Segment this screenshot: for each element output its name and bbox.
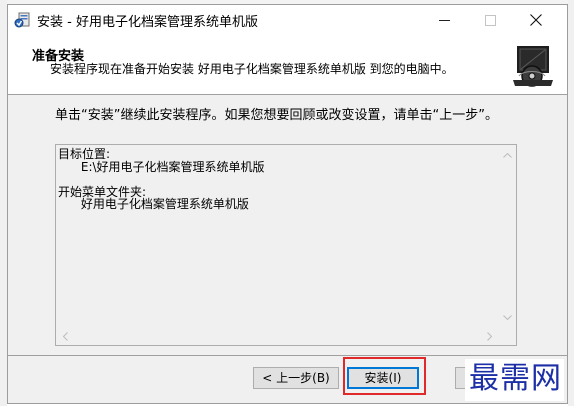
wizard-header: 准备安装 安装程序现在准备开始安装 好用电子化档案管理系统单机版 到您的电脑中。 [8,35,567,95]
minimize-button[interactable] [421,5,467,35]
back-button[interactable]: < 上一步(B) [253,367,339,389]
vertical-scrollbar[interactable] [499,145,516,328]
background-edge-right [568,0,574,406]
scroll-left-icon[interactable] [63,332,68,341]
window-title: 安装 - 好用电子化档案管理系统单机版 [37,15,258,30]
scrollbar-corner [499,328,516,345]
ready-memo[interactable]: 目标位置: E:\好用电子化档案管理系统单机版 开始菜单文件夹: 好用电子化档案… [55,144,517,346]
instruction-text: 单击“安装”继续此安装程序。如果您想要回顾或改变设置，请单击“上一步”。 [55,108,498,123]
installer-window: 安装 - 好用电子化档案管理系统单机版 准备安装 安装程序现在准备开始安装 好用… [7,4,568,404]
watermark-text: 最需网 [469,361,562,396]
setup-icon[interactable] [14,12,31,29]
computer-disk-icon [511,43,555,88]
page-description: 安装程序现在准备开始安装 好用电子化档案管理系统单机版 到您的电脑中。 [50,62,454,76]
footer-divider [8,355,567,356]
memo-content: 目标位置: E:\好用电子化档案管理系统单机版 开始菜单文件夹: 好用电子化档案… [58,147,265,211]
close-icon [530,14,542,26]
scroll-right-icon[interactable] [487,332,492,341]
scroll-down-icon[interactable] [503,315,512,320]
horizontal-scrollbar[interactable] [56,328,499,345]
title-bar[interactable]: 安装 - 好用电子化档案管理系统单机版 [8,5,567,35]
close-button[interactable] [513,5,559,35]
highlight-box [343,357,426,395]
maximize-button[interactable] [467,5,513,35]
background-edge-left [0,0,7,406]
scroll-up-icon[interactable] [503,153,512,158]
